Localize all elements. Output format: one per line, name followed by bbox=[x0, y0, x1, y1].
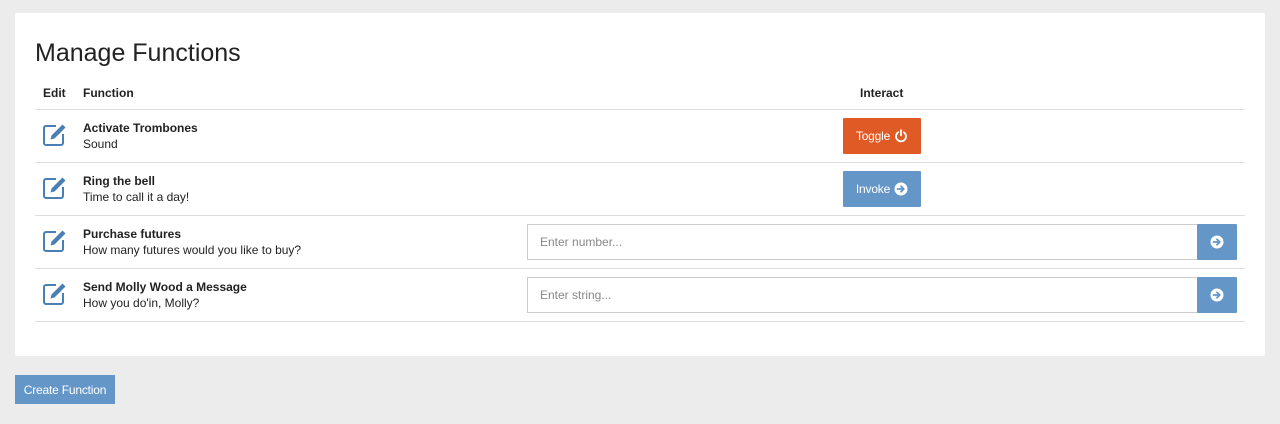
arrow-circle-right-icon bbox=[894, 182, 908, 196]
function-name: Send Molly Wood a Message bbox=[83, 280, 247, 294]
function-info: Send Molly Wood a Message How you do'in,… bbox=[83, 279, 247, 311]
function-description: Sound bbox=[83, 137, 118, 151]
arrow-circle-right-icon bbox=[1210, 288, 1224, 302]
edit-icon[interactable] bbox=[42, 123, 68, 147]
function-info: Activate Trombones Sound bbox=[83, 120, 198, 152]
power-icon bbox=[894, 129, 908, 143]
function-name: Ring the bell bbox=[83, 174, 155, 188]
table-row: Activate Trombones Sound Toggle bbox=[35, 110, 1245, 163]
functions-panel: Manage Functions Edit Function Interact … bbox=[15, 13, 1265, 356]
function-description: How you do'in, Molly? bbox=[83, 296, 200, 310]
number-input-group bbox=[527, 224, 1237, 260]
functions-table: Edit Function Interact Activate Trombone… bbox=[35, 83, 1245, 322]
table-header: Edit Function Interact bbox=[35, 83, 1245, 110]
string-input[interactable] bbox=[527, 277, 1197, 313]
submit-number-button[interactable] bbox=[1197, 224, 1237, 260]
invoke-button-label: Invoke bbox=[855, 182, 891, 196]
edit-icon[interactable] bbox=[42, 176, 68, 200]
toggle-button-label: Toggle bbox=[855, 129, 891, 143]
page-title: Manage Functions bbox=[35, 39, 241, 67]
toggle-button[interactable]: Toggle bbox=[843, 118, 921, 154]
function-info: Purchase futures How many futures would … bbox=[83, 226, 301, 258]
invoke-button[interactable]: Invoke bbox=[843, 171, 921, 207]
create-function-button[interactable]: Create Function bbox=[15, 375, 115, 404]
table-row: Ring the bell Time to call it a day! Inv… bbox=[35, 163, 1245, 216]
function-name: Activate Trombones bbox=[83, 121, 198, 135]
string-input-group bbox=[527, 277, 1237, 313]
header-edit: Edit bbox=[43, 86, 66, 100]
function-description: Time to call it a day! bbox=[83, 190, 190, 204]
submit-string-button[interactable] bbox=[1197, 277, 1237, 313]
function-name: Purchase futures bbox=[83, 227, 182, 241]
header-interact: Interact bbox=[860, 86, 904, 100]
edit-icon[interactable] bbox=[42, 229, 68, 253]
edit-icon[interactable] bbox=[42, 282, 68, 306]
table-row: Send Molly Wood a Message How you do'in,… bbox=[35, 269, 1245, 322]
table-row: Purchase futures How many futures would … bbox=[35, 216, 1245, 269]
function-description: How many futures would you like to buy? bbox=[83, 243, 302, 257]
function-info: Ring the bell Time to call it a day! bbox=[83, 173, 189, 205]
header-function: Function bbox=[83, 86, 134, 100]
number-input[interactable] bbox=[527, 224, 1197, 260]
arrow-circle-right-icon bbox=[1210, 235, 1224, 249]
